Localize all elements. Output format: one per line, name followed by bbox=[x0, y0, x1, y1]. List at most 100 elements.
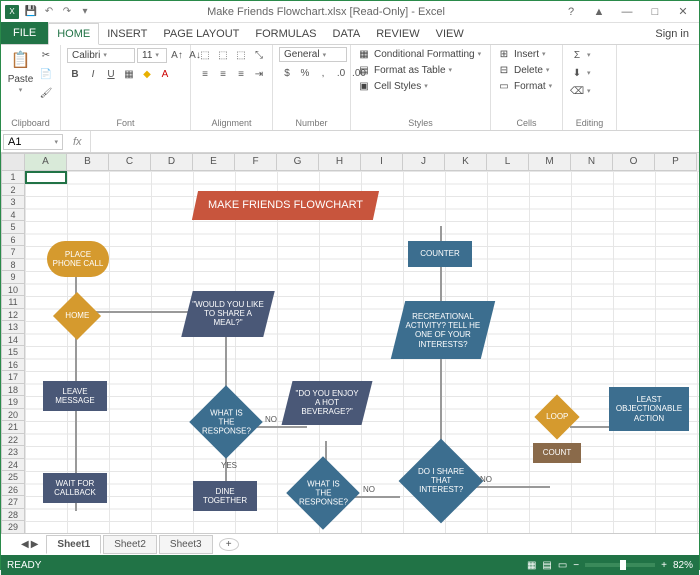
node-leave-message[interactable]: LEAVE MESSAGE bbox=[43, 381, 107, 411]
tab-home[interactable]: HOME bbox=[48, 23, 99, 45]
row-header[interactable]: 27 bbox=[1, 496, 25, 509]
row-header[interactable]: 18 bbox=[1, 384, 25, 397]
underline-button[interactable]: U bbox=[103, 66, 119, 82]
fill-icon[interactable]: ⬇ bbox=[569, 65, 585, 81]
node-response-2[interactable]: WHAT IS THE RESPONSE? bbox=[286, 456, 360, 530]
comma-icon[interactable]: , bbox=[315, 65, 331, 81]
copy-icon[interactable]: 📄 bbox=[38, 66, 54, 82]
row-header[interactable]: 20 bbox=[1, 409, 25, 422]
formula-input[interactable] bbox=[90, 131, 699, 152]
align-center-icon[interactable]: ≡ bbox=[215, 66, 231, 82]
zoom-slider[interactable] bbox=[585, 563, 655, 567]
row-header[interactable]: 29 bbox=[1, 521, 25, 533]
row-header[interactable]: 16 bbox=[1, 359, 25, 372]
select-all-corner[interactable] bbox=[1, 153, 25, 171]
row-header[interactable]: 12 bbox=[1, 309, 25, 322]
zoom-level[interactable]: 82% bbox=[673, 560, 693, 571]
row-header[interactable]: 9 bbox=[1, 271, 25, 284]
row-header[interactable]: 5 bbox=[1, 221, 25, 234]
row-header[interactable]: 23 bbox=[1, 446, 25, 459]
node-response-1[interactable]: WHAT IS THE RESPONSE? bbox=[189, 385, 263, 459]
row-header[interactable]: 8 bbox=[1, 259, 25, 272]
node-place-call[interactable]: PLACE PHONE CALL bbox=[47, 241, 109, 277]
node-count[interactable]: COUNT bbox=[533, 443, 581, 463]
col-header[interactable]: C bbox=[109, 153, 151, 171]
currency-icon[interactable]: $ bbox=[279, 65, 295, 81]
node-loop[interactable]: LOOP bbox=[534, 394, 579, 439]
node-hot-beverage[interactable]: "DO YOU ENJOY A HOT BEVERAGE?" bbox=[282, 381, 373, 425]
cell-styles-button[interactable]: ▣Cell Styles▾ bbox=[357, 79, 428, 93]
orientation-icon[interactable]: ⤡ bbox=[251, 47, 267, 63]
format-painter-icon[interactable]: 🖌 bbox=[38, 85, 54, 101]
node-home[interactable]: HOME bbox=[53, 292, 101, 340]
col-header[interactable]: I bbox=[361, 153, 403, 171]
insert-button[interactable]: ⊞Insert▾ bbox=[497, 47, 546, 61]
col-header[interactable]: M bbox=[529, 153, 571, 171]
autosum-icon[interactable]: Σ bbox=[569, 47, 585, 63]
align-left-icon[interactable]: ≡ bbox=[197, 66, 213, 82]
worksheet-grid[interactable]: A B C D E F G H I J K L M N O P 12345678… bbox=[1, 153, 699, 533]
row-header[interactable]: 24 bbox=[1, 459, 25, 472]
row-header[interactable]: 28 bbox=[1, 509, 25, 522]
row-header[interactable]: 21 bbox=[1, 421, 25, 434]
row-header[interactable]: 11 bbox=[1, 296, 25, 309]
sheet-nav-next-icon[interactable]: ▶ bbox=[31, 539, 39, 550]
align-right-icon[interactable]: ≡ bbox=[233, 66, 249, 82]
row-header[interactable]: 3 bbox=[1, 196, 25, 209]
col-header[interactable]: H bbox=[319, 153, 361, 171]
fx-icon[interactable]: fx bbox=[65, 136, 90, 148]
tab-insert[interactable]: INSERT bbox=[99, 24, 155, 44]
fill-color-icon[interactable]: ◆ bbox=[139, 66, 155, 82]
col-header[interactable]: N bbox=[571, 153, 613, 171]
col-header[interactable]: L bbox=[487, 153, 529, 171]
minimize-button[interactable]: — bbox=[615, 3, 639, 21]
format-as-table-button[interactable]: ▤Format as Table▾ bbox=[357, 63, 452, 77]
tab-data[interactable]: DATA bbox=[325, 24, 369, 44]
col-header[interactable]: F bbox=[235, 153, 277, 171]
percent-icon[interactable]: % bbox=[297, 65, 313, 81]
row-header[interactable]: 6 bbox=[1, 234, 25, 247]
ribbon-collapse-icon[interactable]: ▲ bbox=[587, 3, 611, 21]
number-format-select[interactable]: General▾ bbox=[279, 47, 347, 62]
format-button[interactable]: ▭Format▾ bbox=[497, 79, 552, 93]
col-header[interactable]: P bbox=[655, 153, 697, 171]
col-header[interactable]: D bbox=[151, 153, 193, 171]
cut-icon[interactable]: ✂ bbox=[38, 47, 54, 63]
row-header[interactable]: 1 bbox=[1, 171, 25, 184]
add-sheet-button[interactable]: + bbox=[219, 538, 239, 551]
col-header[interactable]: K bbox=[445, 153, 487, 171]
row-header[interactable]: 10 bbox=[1, 284, 25, 297]
tab-review[interactable]: REVIEW bbox=[368, 24, 427, 44]
redo-icon[interactable]: ↷ bbox=[59, 4, 75, 20]
border-icon[interactable]: ▦ bbox=[121, 66, 137, 82]
clear-icon[interactable]: ⌫ bbox=[569, 83, 585, 99]
row-header[interactable]: 15 bbox=[1, 346, 25, 359]
align-top-icon[interactable]: ⬚ bbox=[197, 47, 213, 63]
row-header[interactable]: 2 bbox=[1, 184, 25, 197]
node-counter[interactable]: COUNTER bbox=[408, 241, 472, 267]
row-header[interactable]: 19 bbox=[1, 396, 25, 409]
node-share-interest[interactable]: DO I SHARE THAT INTEREST? bbox=[399, 439, 484, 524]
qat-dropdown-icon[interactable]: ▾ bbox=[77, 4, 93, 20]
node-wait-callback[interactable]: WAIT FOR CALLBACK bbox=[43, 473, 107, 503]
tab-formulas[interactable]: FORMULAS bbox=[247, 24, 324, 44]
undo-icon[interactable]: ↶ bbox=[41, 4, 57, 20]
row-header[interactable]: 17 bbox=[1, 371, 25, 384]
maximize-button[interactable]: □ bbox=[643, 3, 667, 21]
col-header[interactable]: A bbox=[25, 153, 67, 171]
node-least-objectionable[interactable]: LEAST OBJECTIONABLE ACTION bbox=[609, 387, 689, 431]
increase-decimal-icon[interactable]: .0 bbox=[333, 65, 349, 81]
align-bottom-icon[interactable]: ⬚ bbox=[233, 47, 249, 63]
tab-view[interactable]: VIEW bbox=[428, 24, 472, 44]
font-color-icon[interactable]: A bbox=[157, 66, 173, 82]
col-header[interactable]: J bbox=[403, 153, 445, 171]
col-header[interactable]: G bbox=[277, 153, 319, 171]
file-tab[interactable]: FILE bbox=[1, 22, 48, 44]
sheet-nav-prev-icon[interactable]: ◀ bbox=[21, 539, 29, 550]
save-icon[interactable]: 💾 bbox=[23, 4, 39, 20]
conditional-formatting-button[interactable]: ▦Conditional Formatting▾ bbox=[357, 47, 481, 61]
italic-button[interactable]: I bbox=[85, 66, 101, 82]
paste-button[interactable]: 📋 Paste ▾ bbox=[7, 47, 34, 94]
row-header[interactable]: 4 bbox=[1, 209, 25, 222]
node-share-meal[interactable]: "WOULD YOU LIKE TO SHARE A MEAL?" bbox=[181, 291, 274, 337]
